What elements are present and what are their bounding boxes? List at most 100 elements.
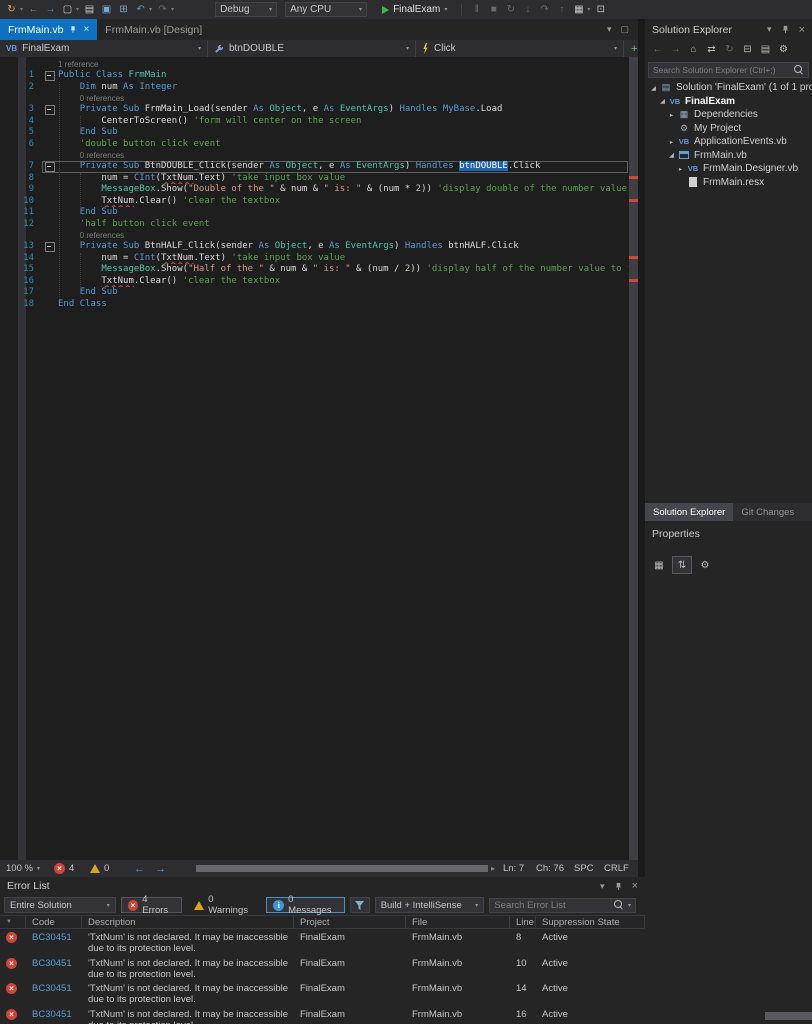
code-line[interactable]: 13 Private Sub BtnHALF_Click(sender As O… xyxy=(0,241,628,253)
tab-git-changes[interactable]: Git Changes xyxy=(733,503,802,521)
props-pages-icon[interactable]: ⚙ xyxy=(695,556,715,574)
close-icon[interactable]: × xyxy=(632,880,638,892)
code-line[interactable]: 8 num = CInt(TxtNum.Text) 'take input bo… xyxy=(0,173,628,185)
code-editor[interactable]: 1 reference 1 Public Class FrmMain 2 Dim nu… xyxy=(0,57,638,860)
horizontal-scrollbar-thumb[interactable] xyxy=(765,1012,812,1020)
codelens-row[interactable]: 0 references xyxy=(0,93,628,104)
props-alphabetical-icon[interactable]: ⇅ xyxy=(672,556,692,574)
fold-toggle-icon[interactable] xyxy=(42,104,58,116)
se-properties-icon[interactable]: ⚙ xyxy=(777,44,790,55)
prev-error-icon[interactable]: ← xyxy=(134,863,145,875)
tree-item-frmmain-resx[interactable]: FrmMain.resx xyxy=(645,176,812,190)
error-row[interactable]: × BC30451 'TxtNum' is not declared. It may… xyxy=(0,929,645,955)
code-line[interactable]: 14 num = CInt(TxtNum.Text) 'take input b… xyxy=(0,253,628,265)
project-scope-combo[interactable]: FinalExam ▾ xyxy=(0,40,208,57)
codelens-row[interactable]: 0 references xyxy=(0,150,628,161)
se-show-all-files-icon[interactable]: ▤ xyxy=(759,44,772,55)
tree-item-frmmain-designer-vb[interactable]: ▸ VB FrmMain.Designer.vb xyxy=(645,162,812,176)
watch-icon-dropdown[interactable]: ▾ xyxy=(587,6,590,13)
tree-item-solution[interactable]: ◢▤ Solution 'FinalExam' (1 of 1 project) xyxy=(645,81,812,95)
hot-reload-icon[interactable]: ↻ xyxy=(4,2,19,17)
tree-item-dependencies[interactable]: ▸ ▦ Dependencies xyxy=(645,108,812,122)
error-code-link[interactable]: BC30451 xyxy=(26,929,82,955)
pin-icon[interactable] xyxy=(781,25,790,34)
error-row[interactable]: × BC30451 'TxtNum' is not declared. It may… xyxy=(0,1006,645,1024)
next-error-icon[interactable]: → xyxy=(155,863,166,875)
debug-config-combo[interactable]: Debug ▾ xyxy=(215,2,278,17)
hscroll-thumb[interactable] xyxy=(196,865,488,872)
warnings-toggle-button[interactable]: 0 Warnings xyxy=(187,894,261,916)
severity-column-header[interactable]: ▼ xyxy=(0,916,26,928)
source-filter-combo[interactable]: Build + IntelliSense ▾ xyxy=(374,897,485,913)
error-list-search-input[interactable]: Search Error List ▾ xyxy=(489,897,636,913)
platform-combo[interactable]: Any CPU ▾ xyxy=(285,2,368,17)
nav-forward-icon[interactable]: → xyxy=(43,2,58,17)
code-line[interactable]: 5 End Sub xyxy=(0,127,628,139)
code-line[interactable]: 16 TxtNum.Clear() 'clear the textbox xyxy=(0,276,628,288)
step-into-icon[interactable]: ↓ xyxy=(520,2,535,17)
window-position-icon[interactable]: ▾ xyxy=(767,24,772,35)
fold-toggle-icon[interactable] xyxy=(42,161,58,173)
tab-frmmain-design[interactable]: FrmMain.vb [Design] xyxy=(97,19,210,40)
code-line[interactable]: 12 'half button click event xyxy=(0,219,628,231)
close-icon[interactable]: × xyxy=(83,24,89,35)
fold-toggle-icon[interactable] xyxy=(42,241,58,253)
new-file-icon-dropdown[interactable]: ▾ xyxy=(76,6,79,13)
zoom-control[interactable]: 100 % ▾ xyxy=(6,860,40,877)
step-out-icon[interactable]: ↑ xyxy=(554,2,569,17)
fold-toggle-icon[interactable] xyxy=(42,70,58,82)
description-column-header[interactable]: Description xyxy=(82,916,294,928)
code-line[interactable]: 4 CenterToScreen() 'form will center on … xyxy=(0,116,628,128)
hot-reload-icon-dropdown[interactable]: ▾ xyxy=(20,6,23,13)
document-warnings-badge[interactable]: 0 xyxy=(90,860,109,877)
code-line[interactable]: 3 Private Sub FrmMain_Load(sender As Obj… xyxy=(0,104,628,116)
se-collapse-all-icon[interactable]: ⊟ xyxy=(741,44,754,55)
chevron-collapsed-icon[interactable]: ▸ xyxy=(675,165,686,173)
editor-scrollbar[interactable] xyxy=(629,57,638,860)
error-code-link[interactable]: BC30451 xyxy=(26,1006,82,1024)
pin-icon[interactable] xyxy=(69,25,77,34)
save-icon[interactable]: ▣ xyxy=(99,2,114,17)
open-file-icon[interactable]: ▤ xyxy=(82,2,97,17)
member-combo[interactable]: btnDOUBLE ▾ xyxy=(208,40,416,57)
tree-item-my-project[interactable]: ⚙ My Project xyxy=(645,122,812,136)
tree-item-frmmain-vb[interactable]: ◢ FrmMain.vb xyxy=(645,149,812,163)
nav-back-icon[interactable]: ← xyxy=(26,2,41,17)
code-column-header[interactable]: Code xyxy=(26,916,82,928)
error-row[interactable]: × BC30451 'TxtNum' is not declared. It may… xyxy=(0,955,645,981)
stop-icon[interactable]: ■ xyxy=(486,2,501,17)
undo-icon[interactable]: ↶ xyxy=(133,2,148,17)
document-errors-badge[interactable]: × 4 xyxy=(54,860,74,877)
code-line[interactable]: 17 End Sub xyxy=(0,287,628,299)
se-forward-icon[interactable]: → xyxy=(669,44,682,55)
code-line[interactable]: 1 Public Class FrmMain xyxy=(0,70,628,82)
tree-item-project-finalexam[interactable]: ◢ VB FinalExam xyxy=(645,95,812,109)
tree-item-applicationevents-vb[interactable]: ▸ VB ApplicationEvents.vb xyxy=(645,135,812,149)
start-debugging-button[interactable]: FinalExam ▾ xyxy=(375,2,454,17)
suppression-column-header[interactable]: Suppression State xyxy=(536,916,645,928)
se-switch-views-icon[interactable]: ⇄ xyxy=(705,44,718,55)
props-categorized-icon[interactable]: ▦ xyxy=(649,556,669,574)
solution-explorer-search-input[interactable]: Search Solution Explorer (Ctrl+;) xyxy=(648,62,809,78)
code-line[interactable]: 2 Dim num As Integer xyxy=(0,82,628,94)
event-combo[interactable]: Click ▾ xyxy=(416,40,624,57)
tab-frmmain-vb[interactable]: FrmMain.vb × xyxy=(0,19,98,40)
code-line[interactable]: 10 TxtNum.Clear() 'clear the textbox xyxy=(0,196,628,208)
se-back-icon[interactable]: ← xyxy=(651,44,664,55)
restart-icon[interactable]: ↻ xyxy=(503,2,518,17)
project-column-header[interactable]: Project xyxy=(294,916,406,928)
code-line[interactable]: 7 Private Sub BtnDOUBLE_Click(sender As … xyxy=(0,161,628,173)
new-file-icon[interactable]: ▢ xyxy=(60,2,75,17)
watch-icon[interactable]: ▦ xyxy=(571,2,586,17)
file-column-header[interactable]: File xyxy=(406,916,510,928)
error-code-link[interactable]: BC30451 xyxy=(26,955,82,981)
se-home-icon[interactable]: ⌂ xyxy=(687,44,700,55)
pin-icon[interactable] xyxy=(614,882,623,891)
chevron-expanded-icon[interactable]: ◢ xyxy=(666,151,677,159)
chevron-collapsed-icon[interactable]: ▸ xyxy=(666,111,677,119)
chevron-collapsed-icon[interactable]: ▸ xyxy=(666,138,677,146)
chevron-expanded-icon[interactable]: ◢ xyxy=(648,84,659,92)
codelens-row[interactable]: 0 references xyxy=(0,230,628,241)
undo-icon-dropdown[interactable]: ▾ xyxy=(149,6,152,13)
screenshot-icon[interactable]: ⊡ xyxy=(593,2,608,17)
